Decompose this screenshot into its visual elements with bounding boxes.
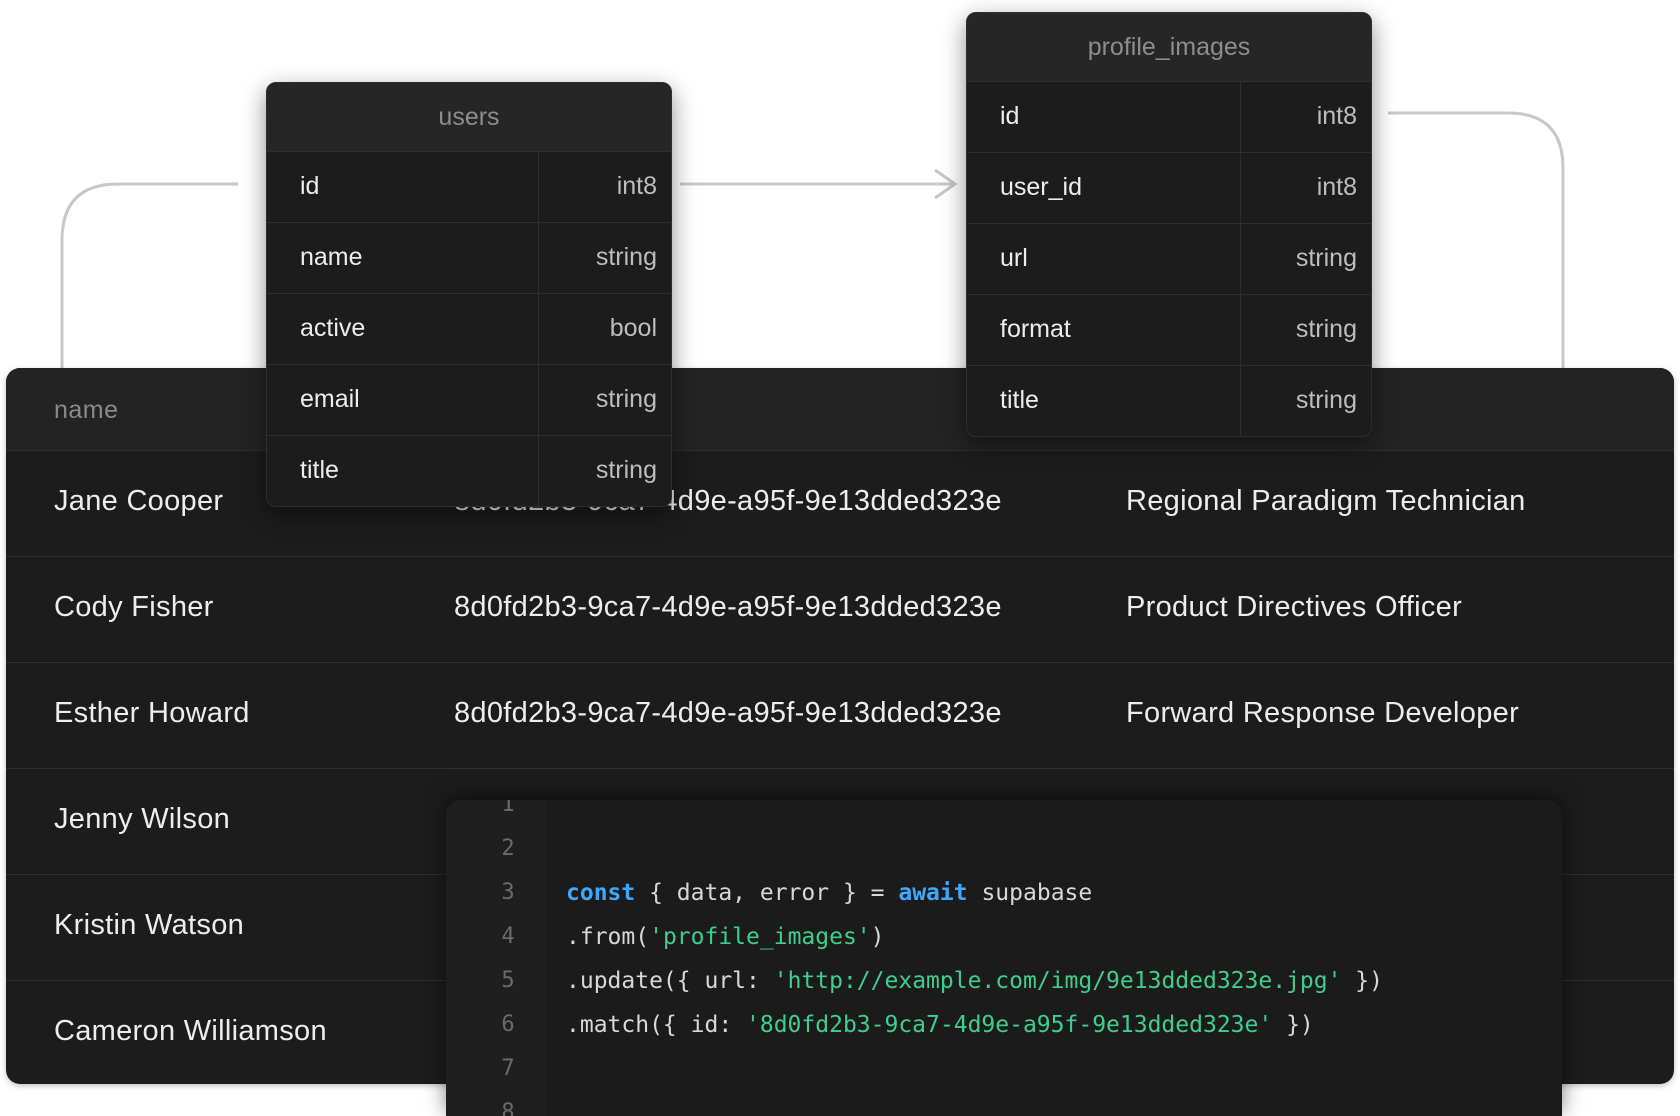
schema-title-users: users [267,83,671,152]
code-fragment: }) [1272,1012,1314,1038]
code-line: 2 [446,830,1562,870]
column-name: url [1000,244,1028,272]
column-name: format [1000,315,1071,343]
column-type: string [595,243,657,271]
column-divider [1240,153,1241,223]
column-divider [538,294,539,364]
code-fragment: supabase [967,880,1093,906]
table-header: name [6,368,1674,451]
connector-profile-right [1388,111,1565,370]
schema-column[interactable]: url string [967,224,1371,295]
string-literal: '8d0fd2b3-9ca7-4d9e-a95f-9e13dded323e' [746,1012,1273,1038]
profile-images-schema-card[interactable]: profile_images id int8 user_id int8 url … [966,12,1372,437]
table-row[interactable]: Esther Howard 8d0fd2b3-9ca7-4d9e-a95f-9e… [6,662,1674,769]
code-text: .from('profile_images') [566,924,885,950]
column-divider [538,152,539,222]
string-literal: 'profile_images' [649,924,871,950]
code-line: 7 [446,1050,1562,1090]
line-number: 4 [501,924,515,949]
code-fragment: ) [870,924,885,950]
column-name: active [300,314,366,342]
code-line: 3 const { data, error } = await supabase [446,874,1562,914]
code-fragment: .from( [566,924,650,950]
column-type: int8 [616,172,657,200]
code-line: 1 [446,800,1562,826]
schema-column[interactable]: id int8 [967,82,1371,153]
table-row[interactable]: Cody Fisher 8d0fd2b3-9ca7-4d9e-a95f-9e13… [6,556,1674,663]
schema-column[interactable]: name string [267,223,671,294]
schema-column[interactable]: title string [267,436,671,506]
schema-column[interactable]: title string [967,366,1371,436]
cell-name: Jenny Wilson [54,803,231,835]
column-name: id [1000,102,1020,130]
column-divider [1240,224,1241,294]
cell-title: Regional Paradigm Technician [1126,485,1526,517]
line-number: 5 [501,968,515,993]
cell-name: Cameron Williamson [54,1015,327,1047]
code-line: 6 .match({ id: '8d0fd2b3-9ca7-4d9e-a95f-… [446,1006,1562,1046]
cell-id: 8d0fd2b3-9ca7-4d9e-a95f-9e13dded323e [454,697,1002,729]
code-fragment: .match({ id: [566,1012,747,1038]
line-number: 2 [501,836,515,861]
column-type: string [1295,244,1357,272]
code-text: const { data, error } = await supabase [566,880,1092,906]
column-type: string [1295,315,1357,343]
cell-title: Forward Response Developer [1126,697,1520,729]
code-line: 8 [446,1094,1562,1116]
column-name: user_id [1000,173,1082,201]
schema-column[interactable]: user_id int8 [967,153,1371,224]
code-line: 4 .from('profile_images') [446,918,1562,958]
column-header-name: name [54,396,119,424]
users-schema-card[interactable]: users id int8 name string active bool em… [266,82,672,507]
schema-column[interactable]: id int8 [267,152,671,223]
column-type: bool [609,314,657,342]
column-divider [538,436,539,506]
column-divider [538,365,539,435]
code-line: 5 .update({ url: 'http://example.com/img… [446,962,1562,1002]
line-number: 8 [501,1100,515,1116]
column-name: title [1000,386,1039,414]
column-divider [1240,82,1241,152]
code-editor[interactable]: 1 2 3 const { data, error } = await supa… [446,800,1562,1116]
cell-name: Kristin Watson [54,909,245,941]
schema-title-profile-images: profile_images [967,13,1371,82]
column-name: email [300,385,360,413]
cell-id: 8d0fd2b3-9ca7-4d9e-a95f-9e13dded323e [454,591,1002,623]
column-type: int8 [1316,102,1357,130]
cell-name: Jane Cooper [54,485,224,517]
string-literal: 'http://example.com/img/9e13dded323e.jpg… [773,968,1342,994]
code-fragment: .update({ url: [566,968,774,994]
cell-name: Cody Fisher [54,591,214,623]
line-number: 3 [501,880,515,905]
code-text: .match({ id: '8d0fd2b3-9ca7-4d9e-a95f-9e… [566,1012,1314,1038]
connector-users-left [60,182,238,370]
column-type: string [1295,386,1357,414]
code-text: .update({ url: 'http://example.com/img/9… [566,968,1383,994]
schema-column[interactable]: format string [967,295,1371,366]
column-type: string [595,456,657,484]
column-name: title [300,456,339,484]
line-number: 1 [501,800,515,817]
code-fragment: }) [1341,968,1383,994]
column-name: name [300,243,363,271]
keyword-const: const [566,880,636,906]
cell-name: Esther Howard [54,697,250,729]
column-divider [538,223,539,293]
column-type: int8 [1316,173,1357,201]
code-fragment: { data, error } = [635,880,899,906]
table-row[interactable]: Jane Cooper 8d0fd2b3-9ca7-4d9e-a95f-9e13… [6,450,1674,557]
cell-title: Product Directives Officer [1126,591,1463,623]
column-name: id [300,172,320,200]
line-number: 6 [501,1012,515,1037]
schema-column[interactable]: email string [267,365,671,436]
keyword-await: await [898,880,968,906]
schema-column[interactable]: active bool [267,294,671,365]
column-divider [1240,295,1241,365]
column-divider [1240,366,1241,436]
column-type: string [595,385,657,413]
line-number: 7 [501,1056,515,1081]
